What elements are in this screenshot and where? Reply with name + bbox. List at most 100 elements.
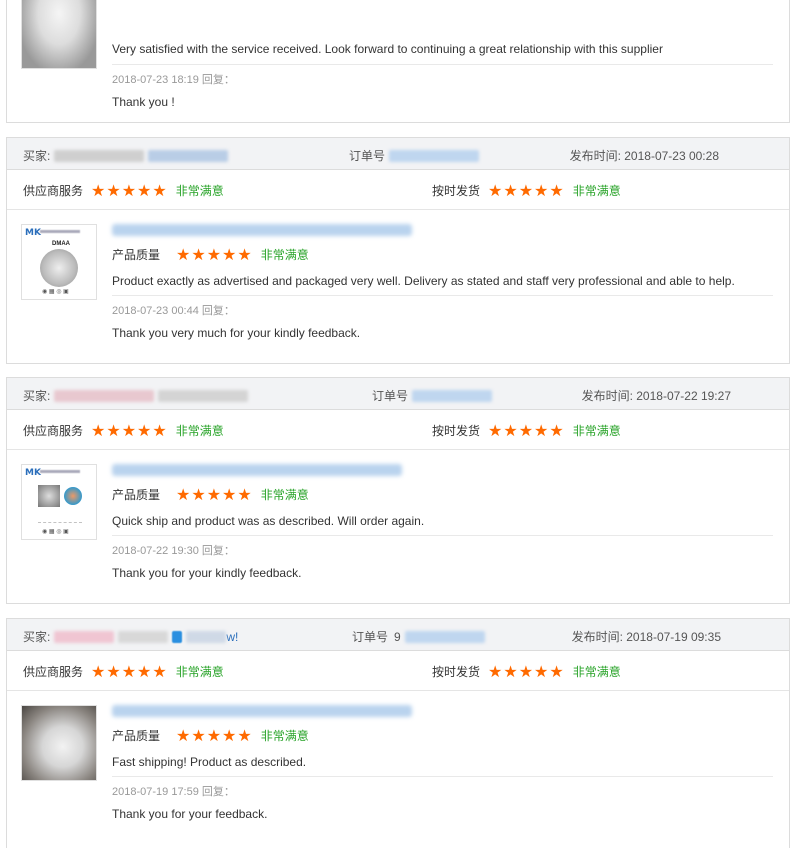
company-logo: MK: [25, 228, 41, 238]
powder-photo: [22, 706, 96, 780]
product-thumbnail[interactable]: [21, 0, 97, 69]
rating-text: 非常满意: [175, 184, 224, 198]
on-time-rating: 按时发货 ★ ★ ★ ★ ★ 非常满意: [432, 663, 621, 680]
buyer-label: 买家:: [23, 149, 51, 163]
star-icon: ★: [191, 484, 206, 504]
powder-image: [38, 485, 60, 507]
rating-label: 按时发货: [432, 184, 481, 198]
rating-label: 供应商服务: [23, 665, 84, 679]
product-link-blurred[interactable]: [112, 705, 412, 717]
reply-text: Thank you for your kindly feedback.: [112, 566, 302, 580]
divider: [112, 295, 773, 296]
product-caption: DMAA: [52, 241, 70, 247]
rating-row: 供应商服务 ★ ★ ★ ★ ★ 非常满意 按时发货 ★ ★ ★ ★ ★ 非常满意: [7, 410, 789, 450]
rating-text: 非常满意: [572, 424, 621, 438]
star-icon: ★: [176, 484, 191, 504]
order-number-prefix: 9: [394, 629, 401, 644]
star-icon: ★: [488, 661, 503, 681]
star-icon: ★: [137, 420, 152, 440]
rating-label: 产品质量: [112, 488, 161, 502]
buyer-name-blurred: [54, 389, 155, 402]
star-rating: ★ ★ ★ ★ ★: [176, 725, 253, 745]
review-text: Fast shipping! Product as described.: [112, 755, 307, 769]
review-text: Product exactly as advertised and packag…: [112, 274, 735, 288]
star-icon: ★: [176, 244, 191, 264]
star-icon: ★: [121, 180, 137, 200]
order-label: 订单号: [372, 389, 409, 403]
star-icon: ★: [488, 420, 503, 440]
star-icon: ★: [222, 484, 237, 504]
star-icon: ★: [549, 420, 564, 440]
supplier-service-rating: 供应商服务 ★ ★ ★ ★ ★ 非常满意: [23, 422, 224, 439]
product-thumbnail[interactable]: MK DMAA ◉ ▦ ◎ ▣: [21, 224, 97, 300]
rating-label: 按时发货: [432, 424, 481, 438]
star-icon: ★: [152, 661, 167, 681]
chemical-formula: [38, 513, 82, 523]
star-icon: ★: [222, 725, 237, 745]
product-link-blurred[interactable]: [112, 224, 412, 236]
buyer-name-blurred: [54, 149, 145, 162]
star-icon: ★: [237, 244, 252, 264]
star-icon: ★: [518, 661, 534, 681]
star-icon: ★: [152, 420, 167, 440]
star-icon: ★: [206, 484, 222, 504]
review-header: 买家: 订单号 发布时间: 2018-07-23 00:28: [7, 138, 789, 170]
star-icon: ★: [91, 661, 106, 681]
rating-label: 供应商服务: [23, 424, 84, 438]
buyer-label: 买家:: [23, 389, 51, 403]
star-icon: ★: [191, 725, 206, 745]
review-card: 买家: w! 订单号 9 发布时间: 2018-07-19 09:35 供应商服…: [6, 618, 790, 848]
on-time-rating: 按时发货 ★ ★ ★ ★ ★ 非常满意: [432, 182, 621, 199]
divider: [112, 535, 773, 536]
review-header: 买家: w! 订单号 9 发布时间: 2018-07-19 09:35: [7, 619, 789, 651]
star-icon: ★: [176, 725, 191, 745]
brand-logo-icon: [64, 487, 82, 505]
order-number-blurred[interactable]: [404, 630, 485, 643]
rating-text: 非常满意: [260, 729, 309, 743]
buyer-name-blurred-2: [118, 630, 169, 643]
quality-rating: 产品质量 ★ ★ ★ ★ ★ 非常满意: [112, 727, 773, 744]
company-name-blurred: [40, 470, 80, 473]
rating-label: 产品质量: [112, 729, 161, 743]
star-icon: ★: [549, 661, 564, 681]
quality-rating: 产品质量 ★ ★ ★ ★ ★ 非常满意: [112, 246, 773, 263]
powder-photo: [22, 0, 96, 68]
buyer-name-blurred: [54, 630, 115, 643]
star-icon: ★: [137, 661, 152, 681]
reply-meta: 2018-07-19 17:59 回复：: [112, 786, 235, 798]
rating-row: 供应商服务 ★ ★ ★ ★ ★ 非常满意 按时发货 ★ ★ ★ ★ ★ 非常满意: [7, 651, 789, 691]
order-info: 订单号: [372, 387, 493, 404]
publish-date: 发布时间: 2018-07-22 19:27: [581, 389, 731, 403]
buyer-name-blurred-4: [186, 630, 227, 643]
star-rating: ★ ★ ★ ★ ★: [488, 180, 565, 200]
star-icon: ★: [106, 180, 121, 200]
review-text: Quick ship and product was as described.…: [112, 514, 425, 528]
star-icon: ★: [503, 420, 518, 440]
product-thumbnail[interactable]: MK ◉ ▦ ◎ ▣: [21, 464, 97, 540]
star-rating: ★ ★ ★ ★ ★: [488, 420, 565, 440]
star-icon: ★: [534, 180, 549, 200]
star-icon: ★: [534, 661, 549, 681]
star-rating: ★ ★ ★ ★ ★: [91, 180, 168, 200]
order-info: 订单号: [349, 147, 480, 164]
order-number-blurred[interactable]: [389, 149, 480, 162]
star-rating: ★ ★ ★ ★ ★: [91, 420, 168, 440]
order-number-blurred[interactable]: [412, 389, 493, 402]
rating-label: 产品质量: [112, 248, 161, 262]
star-icon: ★: [121, 661, 137, 681]
order-info: 订单号 9: [352, 628, 485, 645]
star-icon: ★: [91, 420, 106, 440]
reply-meta: 2018-07-22 19:30 回复：: [112, 545, 235, 557]
review-card-top: Very satisfied with the service received…: [6, 0, 790, 123]
star-icon: ★: [91, 180, 106, 200]
star-icon: ★: [518, 180, 534, 200]
buyer-info: 买家:: [23, 147, 229, 164]
product-link-blurred[interactable]: [112, 464, 402, 476]
star-rating: ★ ★ ★ ★ ★: [176, 484, 253, 504]
star-icon: ★: [121, 420, 137, 440]
star-icon: ★: [152, 180, 167, 200]
product-thumbnail[interactable]: [21, 705, 97, 781]
certification-icons: ◉ ▦ ◎ ▣: [42, 529, 69, 535]
star-icon: ★: [191, 244, 206, 264]
star-icon: ★: [106, 420, 121, 440]
